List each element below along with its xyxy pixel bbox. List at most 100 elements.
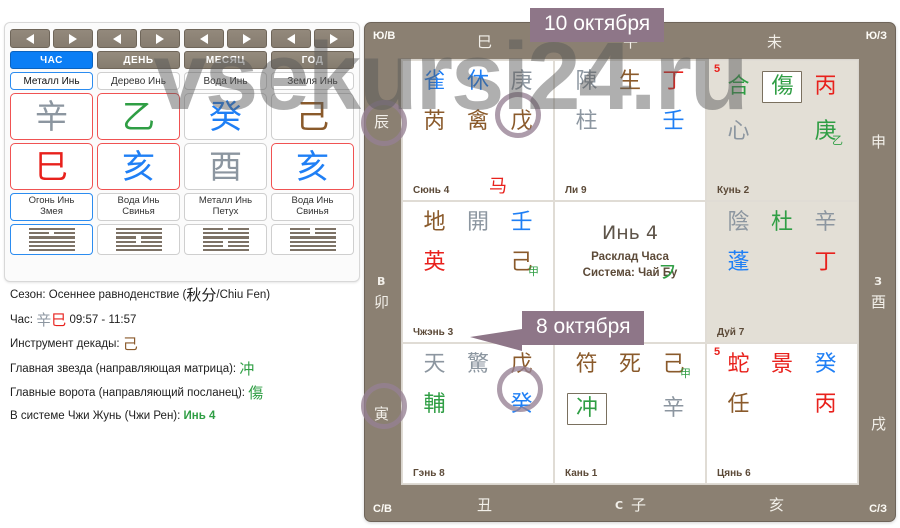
tab-день[interactable]: ДЕНЬ — [97, 51, 180, 69]
animal-label-1[interactable]: Огонь Инь Змея — [10, 193, 93, 221]
palace-char: 戊 — [510, 109, 533, 134]
palace-slot[interactable]: 丁 — [654, 71, 693, 93]
element-label-1[interactable]: Металл Инь — [10, 72, 93, 90]
palace-slot[interactable]: 驚 — [458, 353, 497, 376]
prev-button-3[interactable] — [184, 29, 224, 48]
palace-row1: 天驚戊 — [415, 353, 541, 376]
tab-год[interactable]: ГОД — [271, 51, 354, 69]
palace-slot[interactable]: 冲 — [567, 392, 608, 425]
palace-slot[interactable]: 壬 — [502, 212, 541, 234]
hexagram-cell-2[interactable] — [97, 224, 180, 255]
palace-kan1[interactable]: 符死己甲冲辛 Кань 1 — [554, 342, 706, 484]
palace-li9[interactable]: 陳生丁柱壬 Ли 9 — [554, 60, 706, 202]
palace-slot[interactable]: 景 — [762, 353, 801, 376]
palace-slot[interactable]: 雀 — [415, 71, 454, 93]
element-label-4[interactable]: Земля Инь — [271, 72, 354, 90]
palace-slot[interactable]: 杜 — [762, 212, 801, 234]
palace-slot[interactable]: 戊 — [502, 111, 541, 133]
branch-cell-4[interactable]: 亥 — [271, 143, 354, 190]
hexagram-line — [289, 227, 336, 231]
next-button-3[interactable] — [227, 29, 267, 48]
tab-месяц[interactable]: МЕСЯЦ — [184, 51, 267, 69]
palace-char: 開 — [466, 210, 489, 236]
palace-xun4[interactable]: 雀休庚芮禽戊马 Сюнь 4 — [402, 60, 554, 202]
palace-slot[interactable]: 己甲 — [502, 252, 541, 278]
palace-slot[interactable]: 生 — [610, 71, 649, 93]
animal-label-3[interactable]: Металл Инь Петух — [184, 193, 267, 221]
palace-slot[interactable]: 柱 — [567, 111, 606, 133]
animal-label-4[interactable]: Вода Инь Свинья — [271, 193, 354, 221]
hexagram-cell-3[interactable] — [184, 224, 267, 255]
prev-button-4[interactable] — [271, 29, 311, 48]
palace-slot[interactable]: 地 — [415, 212, 454, 234]
palace-slot[interactable]: 庚 — [502, 71, 541, 93]
prev-button-1[interactable] — [10, 29, 50, 48]
palace-slot[interactable]: 蛇 — [719, 353, 758, 376]
palace-slot[interactable]: 休 — [458, 71, 497, 93]
palace-qian6[interactable]: 5 蛇景癸任丙 Цянь 6 — [706, 342, 858, 484]
palace-slot[interactable]: 英 — [415, 252, 454, 274]
palace-slot[interactable]: 壬 — [654, 111, 693, 133]
palace-superscript: 甲 — [679, 366, 691, 380]
palace-slot[interactable]: 心 — [719, 121, 758, 143]
palace-slot[interactable]: 癸 — [806, 353, 845, 376]
next-button-1[interactable] — [53, 29, 93, 48]
palace-slot[interactable]: 己甲 — [654, 353, 693, 380]
triangle-right-icon — [156, 33, 164, 44]
stem-cell-4[interactable]: 己 — [271, 93, 354, 140]
season-value: Осеннее равноденствие ( — [48, 289, 187, 301]
element-label-2[interactable]: Дерево Инь — [97, 72, 180, 90]
palace-gen8[interactable]: 天驚戊輔癸 Гэнь 8 — [402, 342, 554, 484]
hour-branch: 巳 — [51, 310, 67, 329]
palace-slot[interactable]: 合 — [719, 76, 758, 98]
palace-slot[interactable]: 陰 — [719, 212, 758, 234]
next-button-2[interactable] — [140, 29, 180, 48]
palace-slot[interactable]: 陳 — [567, 71, 606, 93]
palace-slot[interactable]: 丁 — [806, 252, 845, 274]
pillar-column-4: ГОД Земля Инь 己亥 Вода Инь Свинья — [271, 29, 354, 255]
edge-bottom-chou: 丑 — [477, 496, 493, 514]
animal-label-2[interactable]: Вода Инь Свинья — [97, 193, 180, 221]
branch-char: 巳 — [35, 147, 68, 186]
prev-button-2[interactable] — [97, 29, 137, 48]
palace-kun2[interactable]: 5 合傷丙心 庚乙 Кунь 2 — [706, 60, 858, 202]
element-label-3[interactable]: Вода Инь — [184, 72, 267, 90]
branch-char: 酉 — [209, 147, 242, 186]
tab-час[interactable]: ЧАС — [10, 51, 93, 69]
stem-cell-2[interactable]: 乙 — [97, 93, 180, 140]
hexagram-cell-4[interactable] — [271, 224, 354, 255]
branch-cell-2[interactable]: 亥 — [97, 143, 180, 190]
palace-slot[interactable]: 戊 — [502, 353, 541, 376]
palace-slot[interactable]: 天 — [415, 353, 454, 376]
branch-cell-3[interactable]: 酉 — [184, 143, 267, 190]
palace-slot[interactable]: 傷 — [762, 71, 803, 103]
palace-slot[interactable]: 輔 — [415, 393, 454, 416]
hexagram-line — [289, 244, 336, 247]
palace-slot[interactable]: 庚乙 — [806, 121, 845, 147]
palace-slot[interactable]: 禽 — [458, 111, 497, 133]
edge-left-yin: 寅 — [374, 405, 390, 423]
palace-slot[interactable]: 癸 — [502, 393, 541, 416]
palace-slot[interactable]: 任 — [719, 393, 758, 416]
palace-dui7[interactable]: 陰杜辛蓬丁 Дуй 7 — [706, 201, 858, 343]
hexagram-line — [289, 232, 336, 235]
palace-slot[interactable]: 芮 — [415, 111, 454, 133]
branch-cell-1[interactable]: 巳 — [10, 143, 93, 190]
next-button-4[interactable] — [314, 29, 354, 48]
palace-slot[interactable]: 死 — [610, 353, 649, 376]
palace-slot[interactable]: 丙 — [806, 76, 845, 98]
palace-slot[interactable]: 辛 — [806, 212, 845, 234]
hexagram-cell-1[interactable] — [10, 224, 93, 255]
palace-slot[interactable]: 蓬 — [719, 252, 758, 274]
hexagram-line — [28, 244, 75, 247]
palace-slot[interactable]: 符 — [567, 353, 606, 376]
palace-name: Кунь 2 — [717, 185, 750, 197]
triangle-right-icon — [69, 33, 77, 44]
palace-slot[interactable]: 開 — [458, 212, 497, 234]
star-value: 冲 — [239, 359, 255, 378]
stem-cell-3[interactable]: 癸 — [184, 93, 267, 140]
palace-slot[interactable]: 丙 — [806, 393, 845, 416]
hexagram-line — [115, 227, 162, 231]
stem-cell-1[interactable]: 辛 — [10, 93, 93, 140]
palace-slot[interactable]: 辛 — [654, 397, 693, 420]
